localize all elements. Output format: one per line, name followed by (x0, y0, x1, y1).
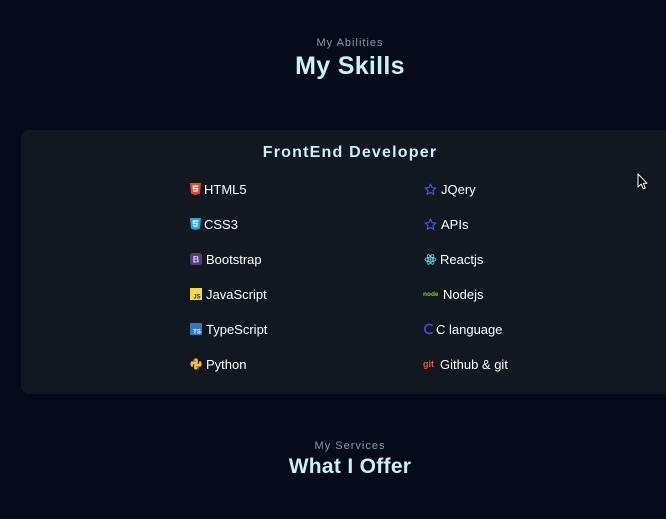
html5-icon (189, 183, 201, 195)
c-language-icon (423, 323, 434, 335)
skill-label: C language (436, 321, 503, 337)
services-eyebrow: My Services (314, 440, 386, 452)
skill-label: Nodejs (443, 286, 484, 302)
skill-jqery: JQery (423, 180, 476, 198)
star-icon (423, 182, 437, 195)
skill-label: HTML5 (204, 181, 247, 197)
offer-title: What I Offer (288, 455, 412, 478)
skills-title: My Skills (295, 52, 405, 80)
skill-github-git: git Github & git (423, 355, 508, 373)
skill-c-language: C language (423, 320, 503, 338)
skill-label: CSS3 (204, 216, 238, 232)
nodejs-icon: node (423, 288, 440, 300)
skill-label: JavaScript (206, 286, 267, 302)
skill-html5: HTML5 (189, 180, 247, 198)
frontend-skills-card: FrontEnd Developer HTML5 CSS3 B Bootstra… (21, 130, 666, 394)
mouse-cursor-icon (637, 173, 648, 195)
skill-label: JQery (441, 181, 476, 197)
typescript-icon: TS (189, 323, 203, 335)
skill-label: Github & git (440, 356, 508, 372)
skill-apis: APIs (423, 215, 468, 233)
svg-text:B: B (193, 254, 200, 264)
skill-label: Python (206, 356, 247, 372)
css3-icon (189, 218, 201, 230)
svg-text:node: node (423, 291, 439, 298)
skill-reactjs: Reactjs (423, 250, 483, 268)
bootstrap-icon: B (189, 253, 203, 265)
git-icon: git (423, 358, 437, 370)
skill-typescript: TS TypeScript (189, 320, 267, 338)
svg-text:JS: JS (193, 295, 200, 301)
javascript-icon: JS (189, 288, 203, 300)
skill-nodejs: node Nodejs (423, 285, 483, 303)
react-icon (423, 253, 437, 265)
svg-text:TS: TS (193, 330, 201, 336)
skill-javascript: JS JavaScript (189, 285, 267, 303)
star-icon (423, 217, 437, 230)
skill-css3: CSS3 (189, 215, 238, 233)
abilities-eyebrow: My Abilities (316, 37, 384, 49)
skill-bootstrap: B Bootstrap (189, 250, 262, 268)
skill-label: TypeScript (206, 321, 268, 337)
skill-label: Bootstrap (206, 251, 262, 267)
python-icon (189, 358, 203, 370)
skill-label: APIs (441, 216, 469, 232)
skill-label: Reactjs (440, 251, 484, 267)
card-title: FrontEnd Developer (262, 144, 438, 161)
svg-text:git: git (423, 359, 434, 369)
skill-python: Python (189, 355, 246, 373)
